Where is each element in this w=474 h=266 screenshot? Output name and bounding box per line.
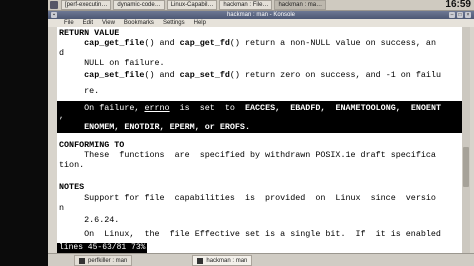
menu-view[interactable]: View xyxy=(96,20,118,26)
menu-bookmarks[interactable]: Bookmarks xyxy=(118,20,157,26)
clock: 16:59 xyxy=(445,0,471,10)
man-line: These functions are specified by withdra… xyxy=(59,150,436,160)
man-line: On failure, errno is set to EACCES, EBAD… xyxy=(59,103,441,113)
task-button[interactable]: hackman : ma… xyxy=(274,0,327,10)
man-line: n xyxy=(59,203,65,213)
task-button[interactable]: [perf-executin… xyxy=(61,0,112,10)
terminal-icon xyxy=(79,257,85,264)
desktop-screen: [perf-executin… dynamic-code… Linux-Capa… xyxy=(48,0,474,266)
section-heading-return-value: RETURN VALUE xyxy=(59,28,120,38)
maximize-icon[interactable]: □ xyxy=(457,12,463,18)
man-line: re. xyxy=(59,86,100,96)
terminal-icon xyxy=(197,257,204,264)
man-line: On Linux, the file Effective set is a si… xyxy=(59,229,441,239)
man-line: ENOMEM, ENOTDIR, EPERM, or EROFS. xyxy=(59,122,250,132)
man-line: 2.6.24. xyxy=(59,215,120,225)
window-titlebar[interactable]: hackman : man - Konsole ▪ – □ × xyxy=(48,11,474,19)
man-line: , xyxy=(59,111,65,121)
menu-settings[interactable]: Settings xyxy=(157,20,188,26)
menu-bar: File Edit View Bookmarks Settings Help xyxy=(48,19,474,27)
task-button[interactable]: dynamic-code… xyxy=(113,0,165,10)
menu-edit[interactable]: Edit xyxy=(77,20,96,26)
menu-help[interactable]: Help xyxy=(188,20,209,26)
minimize-icon[interactable]: – xyxy=(449,12,455,18)
search-highlight-block: On failure, errno is set to EACCES, EBAD… xyxy=(57,101,462,133)
pager-status: lines 45-63/81 73% xyxy=(57,243,148,253)
taskbar: [perf-executin… dynamic-code… Linux-Capa… xyxy=(48,0,474,11)
close-icon[interactable]: × xyxy=(465,12,471,18)
task-button[interactable]: Linux-Capabil… xyxy=(166,0,218,10)
terminal-scrollbar[interactable] xyxy=(462,27,470,253)
session-tab[interactable]: hackman : man xyxy=(192,255,253,266)
session-tab-bar: perfkiller : man hackman : man xyxy=(48,253,474,266)
scrollbar-thumb[interactable] xyxy=(463,147,469,187)
window-menu-icon[interactable]: ▪ xyxy=(51,12,57,18)
menu-file[interactable]: File xyxy=(48,20,77,26)
man-line: cap_get_file() and cap_get_fd() return a… xyxy=(84,38,436,48)
task-button[interactable]: hackman : File… xyxy=(219,0,273,10)
video-frame: [perf-executin… dynamic-code… Linux-Capa… xyxy=(0,0,474,266)
man-line: tion. xyxy=(59,160,85,170)
man-line: NULL on failure. xyxy=(59,58,165,68)
man-line: Support for file capabilities is provide… xyxy=(59,193,436,203)
section-heading-notes: NOTES xyxy=(59,182,85,192)
man-line: d xyxy=(59,48,65,58)
session-tab[interactable]: perfkiller : man xyxy=(74,255,133,266)
terminal-view[interactable]: RETURN VALUE cap_get_file() and cap_get_… xyxy=(57,27,462,253)
man-line: cap_set_file() and cap_set_fd() return z… xyxy=(84,70,441,80)
section-heading-conforming: CONFORMING TO xyxy=(59,140,125,150)
app-launcher-icon[interactable] xyxy=(50,1,58,9)
window-title: hackman : man - Konsole xyxy=(226,12,296,18)
